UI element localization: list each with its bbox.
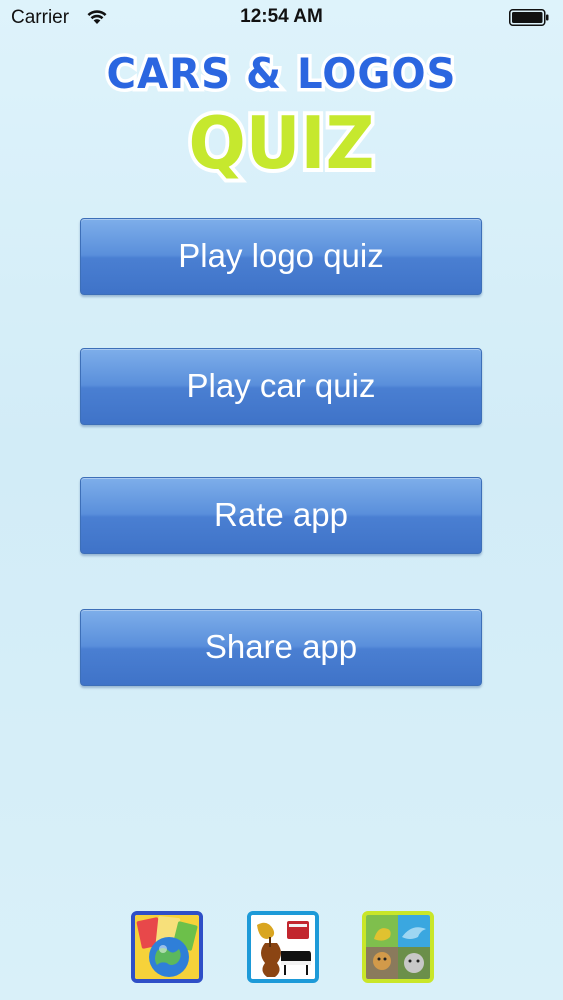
battery-full-icon (509, 9, 549, 26)
play-logo-quiz-button[interactable]: Play logo quiz (80, 218, 482, 295)
rate-app-button[interactable]: Rate app (80, 477, 482, 554)
animals-app-icon[interactable] (362, 911, 434, 983)
play-car-quiz-button[interactable]: Play car quiz (80, 348, 482, 425)
title-line-2: QUIZ (189, 101, 375, 185)
share-app-button[interactable]: Share app (80, 609, 482, 686)
app-title-logo: CARS & LOGOS QUIZ (0, 46, 563, 186)
status-bar: Carrier 12:54 AM (0, 0, 563, 36)
title-line-1: CARS & LOGOS (107, 49, 457, 98)
clock-time: 12:54 AM (240, 6, 323, 27)
musical-instruments-app-icon[interactable] (247, 911, 319, 983)
world-flags-app-icon[interactable] (131, 911, 203, 983)
